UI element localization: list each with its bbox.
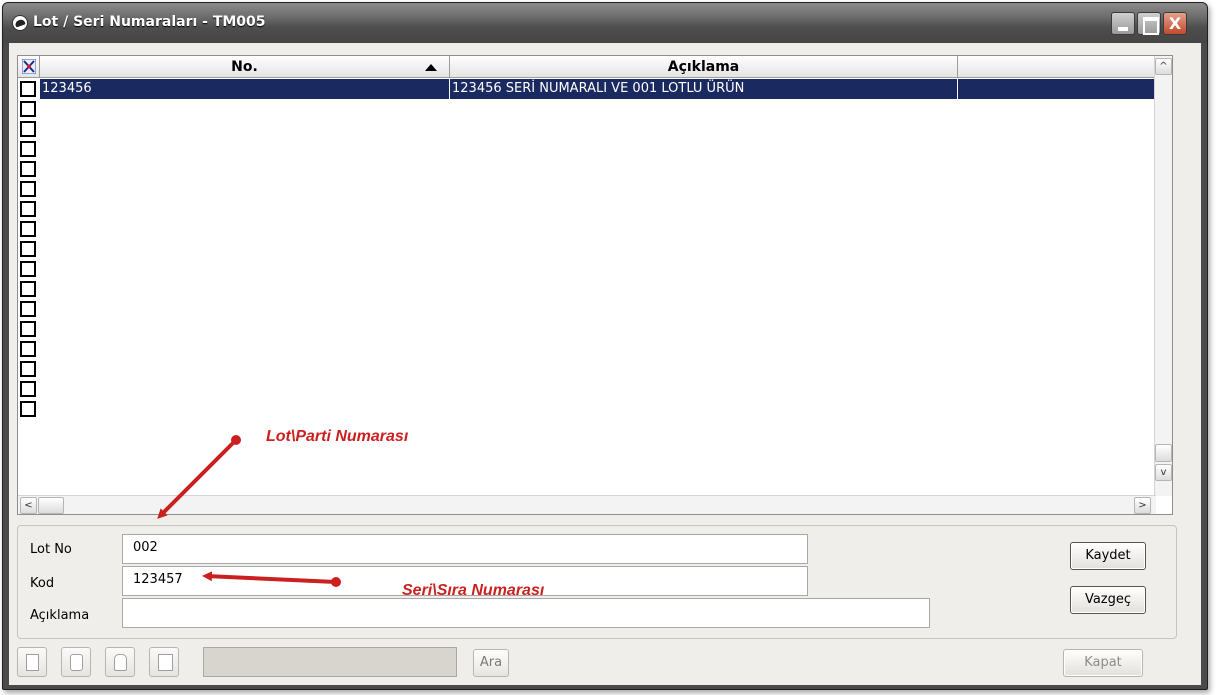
cell-blank	[958, 79, 1156, 99]
column-header-aciklama-label: Açıklama	[667, 59, 740, 75]
detail-form: Lot No 002 Kod 123457 Açıklama Kaydet Va…	[17, 525, 1177, 639]
row-checkbox[interactable]	[20, 281, 36, 297]
print-button[interactable]	[61, 647, 91, 677]
row-checkbox[interactable]	[20, 221, 36, 237]
row-checkbox[interactable]	[20, 381, 36, 397]
search-button-label: Ara	[479, 655, 503, 670]
kod-label: Kod	[30, 576, 55, 591]
row-checkbox[interactable]	[20, 141, 36, 157]
table-row[interactable]	[18, 379, 1156, 399]
row-checkbox[interactable]	[20, 241, 36, 257]
table-row[interactable]	[18, 179, 1156, 199]
aciklama-label: Açıklama	[30, 608, 90, 623]
save-button-label: Kaydet	[1085, 548, 1131, 563]
column-header-no[interactable]: No.	[40, 56, 450, 78]
table-row[interactable]	[18, 159, 1156, 179]
title-bar[interactable]: Lot / Seri Numaraları - TM005 X	[3, 3, 1207, 43]
table-row[interactable]	[18, 279, 1156, 299]
scroll-down-icon[interactable]: v	[1155, 464, 1172, 481]
maximize-button[interactable]	[1137, 12, 1161, 35]
list-icon	[158, 654, 173, 671]
sort-ascending-icon	[425, 64, 437, 71]
delete-button[interactable]	[105, 647, 135, 677]
aciklama-field[interactable]	[122, 598, 930, 628]
row-checkbox[interactable]	[20, 321, 36, 337]
new-icon	[26, 654, 39, 671]
cell-no: 123456	[40, 79, 450, 99]
lot-no-field[interactable]: 002	[122, 534, 808, 564]
column-header-aciklama[interactable]: Açıklama	[450, 56, 958, 78]
row-checkbox[interactable]	[20, 201, 36, 217]
table-row[interactable]	[18, 319, 1156, 339]
table-row[interactable]	[18, 139, 1156, 159]
scroll-left-icon[interactable]: <	[20, 497, 37, 514]
select-all-header[interactable]	[18, 56, 40, 78]
save-button[interactable]: Kaydet	[1070, 542, 1146, 570]
search-input[interactable]	[203, 647, 457, 677]
row-checkbox[interactable]	[20, 261, 36, 277]
window-title: Lot / Seri Numaraları - TM005	[33, 14, 266, 30]
search-button[interactable]: Ara	[473, 649, 509, 677]
cancel-button-label: Vazgeç	[1084, 592, 1132, 607]
table-row[interactable]	[18, 219, 1156, 239]
row-checkbox[interactable]	[20, 301, 36, 317]
table-row[interactable]	[18, 299, 1156, 319]
cell-aciklama: 123456 SERİ NUMARALI VE 001 LOTLU ÜRÜN	[450, 79, 958, 99]
seri-sira-annotation: Seri\Sıra Numarası	[402, 582, 545, 599]
close-button[interactable]: X	[1163, 12, 1187, 35]
delete-icon	[114, 654, 127, 671]
column-header-blank	[958, 56, 1156, 78]
table-row[interactable]	[18, 359, 1156, 379]
app-icon	[12, 15, 28, 31]
row-checkbox[interactable]	[20, 121, 36, 137]
column-header-no-label: No.	[231, 59, 258, 75]
row-checkbox[interactable]	[20, 361, 36, 377]
close-window-button-label: Kapat	[1084, 655, 1122, 670]
horizontal-scroll-thumb[interactable]	[38, 497, 64, 514]
row-checkbox[interactable]	[20, 101, 36, 117]
row-checkbox[interactable]	[20, 81, 36, 97]
table-row[interactable]: 123456 123456 SERİ NUMARALI VE 001 LOTLU …	[18, 79, 1156, 99]
row-checkbox[interactable]	[20, 181, 36, 197]
row-checkbox[interactable]	[20, 401, 36, 417]
scroll-up-icon[interactable]: ^	[1155, 58, 1172, 75]
table-row[interactable]	[18, 199, 1156, 219]
row-checkbox[interactable]	[20, 161, 36, 177]
scroll-right-icon[interactable]: >	[1134, 497, 1151, 514]
new-record-button[interactable]	[17, 647, 47, 677]
app-window: Lot / Seri Numaraları - TM005 X No. Açık…	[2, 2, 1208, 690]
cancel-button[interactable]: Vazgeç	[1070, 586, 1146, 614]
select-all-icon[interactable]	[22, 59, 36, 74]
scroll-thumb[interactable]	[1155, 444, 1172, 462]
table-row[interactable]	[18, 239, 1156, 259]
table-row[interactable]	[18, 339, 1156, 359]
lot-no-label: Lot No	[30, 542, 72, 557]
table-row[interactable]	[18, 259, 1156, 279]
table-row[interactable]	[18, 99, 1156, 119]
grid-header: No. Açıklama	[18, 56, 1156, 78]
client-area: No. Açıklama 123456 123456 SERİ NUMARALI …	[9, 43, 1201, 685]
close-icon: X	[1168, 14, 1182, 33]
vertical-scrollbar[interactable]: ^ v	[1154, 56, 1172, 496]
print-icon	[70, 654, 83, 671]
horizontal-scrollbar[interactable]: < >	[18, 495, 1156, 514]
minimize-button[interactable]	[1111, 12, 1135, 35]
table-row[interactable]	[18, 119, 1156, 139]
row-checkbox[interactable]	[20, 341, 36, 357]
list-button[interactable]	[149, 647, 179, 677]
close-window-button[interactable]: Kapat	[1063, 649, 1143, 677]
lot-grid[interactable]: No. Açıklama 123456 123456 SERİ NUMARALI …	[17, 55, 1173, 515]
table-row[interactable]	[18, 399, 1156, 419]
lot-parti-annotation: Lot\Parti Numarası	[266, 428, 409, 445]
